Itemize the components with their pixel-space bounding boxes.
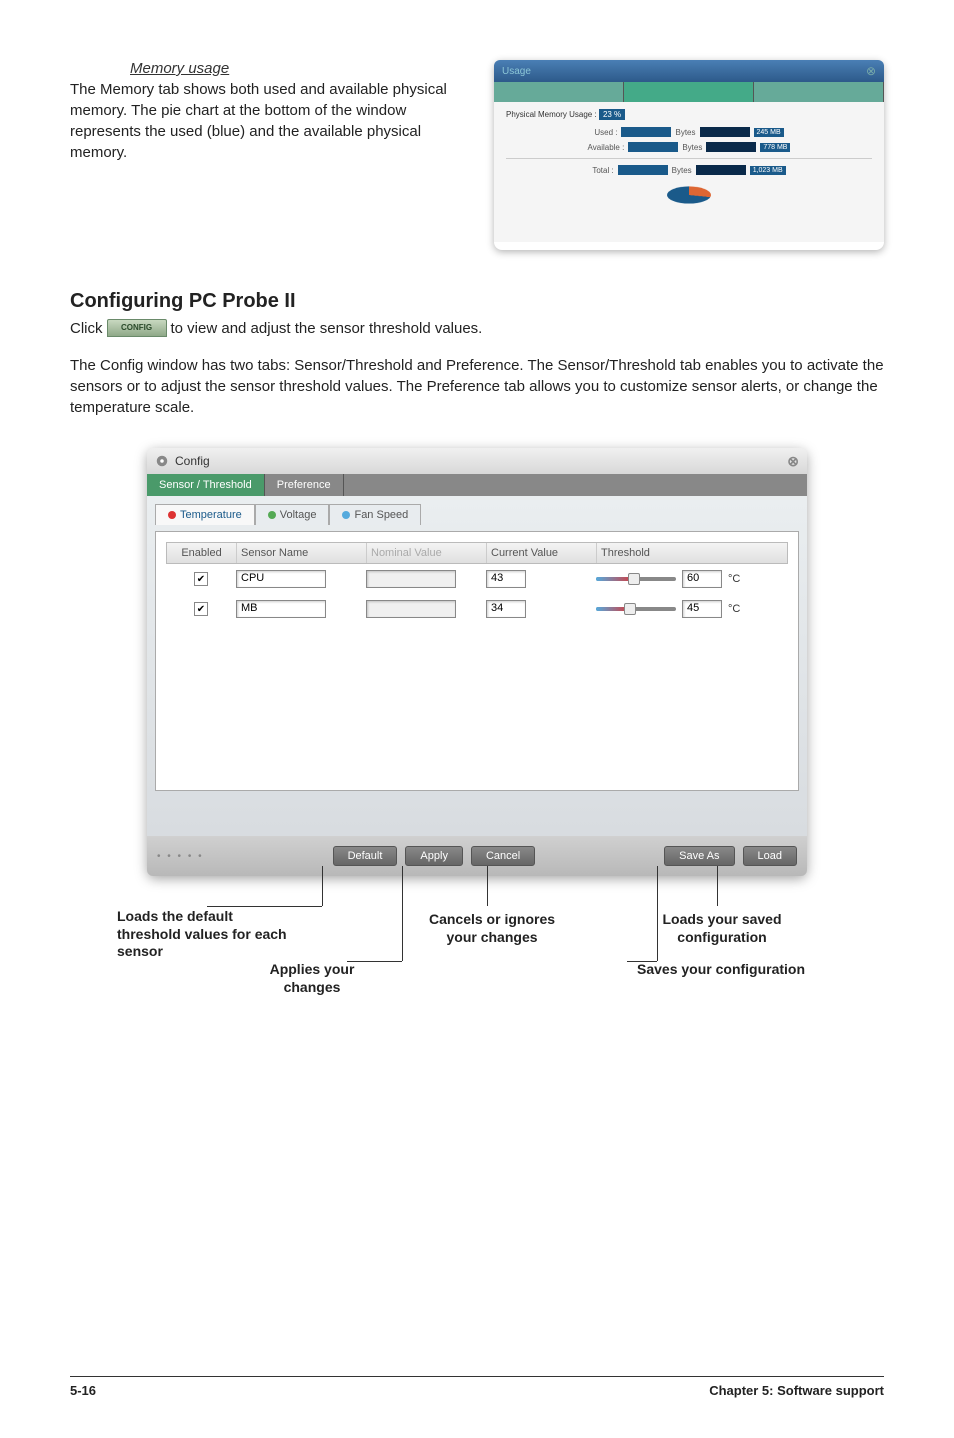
phys-mem-label: Physical Memory Usage : <box>506 110 597 119</box>
col-threshold: Threshold <box>597 543 787 563</box>
voltage-icon <box>268 511 276 519</box>
memory-tab-1[interactable] <box>494 82 624 102</box>
avail-bytes: Bytes <box>682 143 702 152</box>
callout-apply: Applies your changes <box>247 961 377 996</box>
avail-bar <box>628 142 678 152</box>
click-post: to view and adjust the sensor threshold … <box>171 320 483 337</box>
used-bar <box>621 127 671 137</box>
used-bytes: Bytes <box>675 128 695 137</box>
tab-sensor-threshold[interactable]: Sensor / Threshold <box>147 474 265 496</box>
mb-threshold-slider[interactable] <box>596 601 676 617</box>
callout-saveas: Saves your configuration <box>637 961 807 979</box>
footer-dots: • • • • • <box>157 851 204 862</box>
col-nominal: Nominal Value <box>367 543 487 563</box>
cpu-threshold-slider[interactable] <box>596 571 676 587</box>
memory-usage-heading: Memory usage <box>130 60 474 77</box>
config-window-title: Config <box>175 454 210 468</box>
load-button[interactable]: Load <box>743 846 797 866</box>
apply-button[interactable]: Apply <box>405 846 463 866</box>
cpu-nominal <box>366 570 456 588</box>
save-as-button[interactable]: Save As <box>664 846 734 866</box>
callout-cancel: Cancels or ignores your changes <box>427 911 557 946</box>
click-pre: Click <box>70 320 103 337</box>
used-val: 245 MB <box>754 128 784 137</box>
memory-screenshot: Usage ⊗ Physical Memory Usage : 23 % Use… <box>494 60 884 250</box>
subtab-temperature[interactable]: Temperature <box>155 504 255 525</box>
total-bar2 <box>696 165 746 175</box>
fan-icon <box>342 511 350 519</box>
mb-current: 34 <box>486 600 526 618</box>
avail-bar2 <box>706 142 756 152</box>
total-label: Total : <box>592 166 613 175</box>
default-button[interactable]: Default <box>333 846 398 866</box>
memory-tab-2[interactable] <box>624 82 754 102</box>
total-bar <box>618 165 668 175</box>
mb-threshold-value[interactable]: 45 <box>682 600 722 618</box>
subtab-fan-speed[interactable]: Fan Speed <box>329 504 421 525</box>
memory-window-title: Usage <box>502 66 531 77</box>
page-number: 5-16 <box>70 1383 96 1398</box>
config-window: Config ⊗ Sensor / Threshold Preference T… <box>147 448 807 876</box>
col-sensor: Sensor Name <box>237 543 367 563</box>
cancel-button[interactable]: Cancel <box>471 846 535 866</box>
cpu-enabled-checkbox[interactable]: ✔ <box>194 572 208 586</box>
avail-label: Available : <box>588 143 625 152</box>
memory-tab-3[interactable] <box>754 82 884 102</box>
mb-nominal <box>366 600 456 618</box>
phys-mem-pct: 23 % <box>599 109 625 120</box>
cpu-unit: °C <box>728 573 740 585</box>
config-paragraph: The Config window has two tabs: Sensor/T… <box>70 355 884 418</box>
config-tab-icon[interactable]: CONFIG <box>107 319 167 337</box>
config-heading: Configuring PC Probe II <box>70 290 884 313</box>
cpu-current: 43 <box>486 570 526 588</box>
chapter-label: Chapter 5: Software support <box>709 1383 884 1398</box>
gear-icon <box>155 454 169 468</box>
tab-preference[interactable]: Preference <box>265 474 344 496</box>
total-bytes: Bytes <box>672 166 692 175</box>
table-row: ✔ CPU 43 60 °C <box>166 564 788 594</box>
close-icon[interactable]: ⊗ <box>787 453 799 470</box>
table-row: ✔ MB 34 45 °C <box>166 594 788 624</box>
col-current: Current Value <box>487 543 597 563</box>
used-bar2 <box>700 127 750 137</box>
cpu-threshold-value[interactable]: 60 <box>682 570 722 588</box>
temperature-icon <box>168 511 176 519</box>
mb-sensor-name[interactable]: MB <box>236 600 326 618</box>
used-label: Used : <box>594 128 617 137</box>
avail-val: 778 MB <box>760 143 790 152</box>
mb-enabled-checkbox[interactable]: ✔ <box>194 602 208 616</box>
callout-load: Loads your saved configuration <box>637 911 807 946</box>
memory-pie-chart <box>667 186 711 203</box>
callout-default: Loads the default threshold values for e… <box>117 908 297 961</box>
col-enabled: Enabled <box>167 543 237 563</box>
close-icon[interactable]: ⊗ <box>866 64 876 78</box>
mb-unit: °C <box>728 603 740 615</box>
subtab-voltage[interactable]: Voltage <box>255 504 330 525</box>
memory-usage-paragraph: The Memory tab shows both used and avail… <box>70 79 474 163</box>
cpu-sensor-name[interactable]: CPU <box>236 570 326 588</box>
total-val: 1,023 MB <box>750 166 786 175</box>
